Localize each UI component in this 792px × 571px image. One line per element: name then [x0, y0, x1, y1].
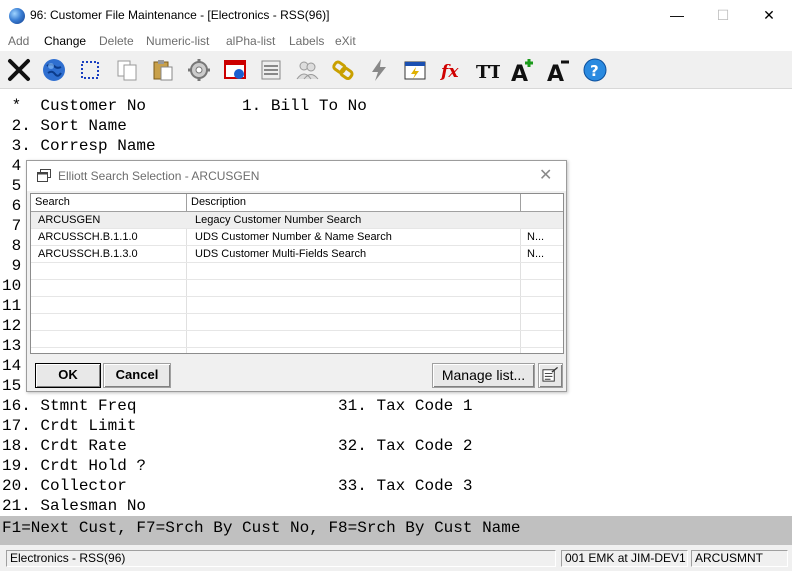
field-line-7: 7: [2, 217, 22, 235]
manage-list-icon-button[interactable]: [538, 363, 563, 388]
row-description: UDS Customer Number & Name Search: [195, 231, 392, 243]
field-stmnt-freq: 16. Stmnt Freq 31. Tax Code 1: [2, 397, 473, 415]
empty-row: [31, 280, 563, 297]
status-session: 001 EMK at JIM-DEV1: [561, 550, 688, 567]
ok-button[interactable]: OK: [35, 363, 101, 388]
svg-text:?: ?: [590, 62, 599, 80]
lightning-icon[interactable]: [363, 53, 395, 86]
field-crdt-rate: 18. Crdt Rate 32. Tax Code 2: [2, 437, 473, 455]
field-line-9: 9: [2, 257, 22, 275]
close-button[interactable]: ✕: [746, 0, 792, 31]
row-search: ARCUSSCH.B.1.3.0: [38, 248, 138, 260]
report-icon[interactable]: [219, 53, 251, 86]
function-key-help: F1=Next Cust, F7=Srch By Cust No, F8=Src…: [2, 519, 521, 537]
column-header-description[interactable]: Description: [187, 194, 521, 211]
globe-icon[interactable]: [38, 53, 70, 86]
field-crdt-limit: 17. Crdt Limit: [2, 417, 137, 435]
field-line-5: 5: [2, 177, 22, 195]
menu-bar: Add Change Delete Numeric-list alPha-lis…: [0, 31, 792, 51]
svg-text:A: A: [511, 62, 528, 83]
menu-add[interactable]: Add: [8, 34, 29, 48]
row-search: ARCUSSCH.B.1.1.0: [38, 231, 138, 243]
status-program: ARCUSMNT: [691, 550, 788, 567]
table-row[interactable]: ARCUSSCH.B.1.1.0 UDS Customer Number & N…: [31, 229, 563, 246]
exit-icon[interactable]: [3, 53, 35, 86]
table-row[interactable]: ARCUSGEN Legacy Customer Number Search: [31, 212, 563, 229]
row-description: UDS Customer Multi-Fields Search: [195, 248, 367, 260]
field-sort-name: 2. Sort Name: [2, 117, 127, 135]
field-salesman-no: 21. Salesman No: [2, 497, 147, 515]
function-key-bar: F1=Next Cust, F7=Srch By Cust No, F8=Src…: [0, 516, 792, 545]
field-line-15: 15: [2, 377, 22, 395]
font-icon[interactable]: TT: [471, 53, 503, 86]
field-line-4: 4: [2, 157, 22, 175]
svg-text:fx: fx: [440, 62, 459, 82]
function-icon[interactable]: fx: [435, 53, 467, 86]
field-line-12: 12: [2, 317, 22, 335]
menu-alpha-list[interactable]: alPha-list: [226, 34, 275, 48]
settings-icon[interactable]: [183, 53, 215, 86]
cancel-button[interactable]: Cancel: [103, 363, 171, 388]
paste-icon[interactable]: [147, 53, 179, 86]
font-decrease-icon[interactable]: A: [543, 53, 575, 86]
menu-change[interactable]: Change: [44, 34, 86, 48]
menu-exit[interactable]: eXit: [335, 34, 356, 48]
dialog-title: Elliott Search Selection - ARCUSGEN: [58, 169, 260, 183]
table-row[interactable]: ARCUSSCH.B.1.3.0 UDS Customer Multi-Fiel…: [31, 246, 563, 263]
field-line-10: 10: [2, 277, 22, 295]
status-company: Electronics - RSS(96): [6, 550, 556, 567]
dialog-close-icon[interactable]: ✕: [539, 165, 552, 185]
column-header-extra[interactable]: [521, 194, 563, 211]
status-bar: Electronics - RSS(96) 001 EMK at JIM-DEV…: [0, 545, 792, 571]
empty-row: [31, 314, 563, 331]
link-icon[interactable]: [327, 53, 359, 86]
field-crdt-hold: 19. Crdt Hold ?: [2, 457, 147, 475]
field-line-13: 13: [2, 337, 22, 355]
help-icon[interactable]: ?: [579, 53, 611, 86]
field-line-11: 11: [2, 297, 22, 315]
font-increase-icon[interactable]: A: [507, 53, 539, 86]
manage-list-button[interactable]: Manage list...: [432, 363, 535, 388]
row-extra: N...: [527, 231, 545, 243]
field-line-6: 6: [2, 197, 22, 215]
field-customer-no: * Customer No 1. Bill To No: [2, 97, 367, 115]
menu-delete[interactable]: Delete: [99, 34, 134, 48]
empty-row: [31, 331, 563, 348]
toolbar: fx TT A A ?: [0, 51, 792, 89]
row-extra: N...: [527, 248, 545, 260]
field-corresp-name: 3. Corresp Name: [2, 137, 156, 155]
row-search: ARCUSGEN: [38, 214, 101, 226]
column-header-search[interactable]: Search: [31, 194, 187, 211]
title-bar: 96: Customer File Maintenance - [Electro…: [0, 0, 792, 31]
empty-row: [31, 263, 563, 280]
search-selection-dialog: Elliott Search Selection - ARCUSGEN ✕ Se…: [26, 160, 567, 392]
field-collector: 20. Collector 33. Tax Code 3: [2, 477, 473, 495]
menu-numeric-list[interactable]: Numeric-list: [146, 34, 209, 48]
users-icon[interactable]: [291, 53, 323, 86]
copy-icon[interactable]: [111, 53, 143, 86]
window-title: 96: Customer File Maintenance - [Electro…: [30, 8, 330, 22]
app-globe-icon: [9, 8, 25, 24]
field-line-14: 14: [2, 357, 22, 375]
list-icon[interactable]: [255, 53, 287, 86]
minimize-button[interactable]: —: [654, 0, 700, 31]
row-extra: [523, 212, 563, 228]
dialog-title-bar: Elliott Search Selection - ARCUSGEN ✕: [27, 161, 566, 191]
row-description: Legacy Customer Number Search: [195, 214, 362, 226]
search-list-grid[interactable]: Search Description ARCUSGEN Legacy Custo…: [30, 193, 564, 354]
grid-header: Search Description: [31, 194, 563, 212]
svg-text:TT: TT: [476, 62, 500, 83]
properties-icon: [542, 366, 559, 382]
field-line-8: 8: [2, 237, 22, 255]
maximize-button[interactable]: ☐: [700, 0, 746, 31]
empty-row: [31, 297, 563, 314]
menu-labels[interactable]: Labels: [289, 34, 324, 48]
calendar-icon[interactable]: [399, 53, 431, 86]
svg-text:A: A: [547, 62, 564, 83]
select-icon[interactable]: [74, 53, 106, 86]
windows-icon: [37, 169, 51, 182]
